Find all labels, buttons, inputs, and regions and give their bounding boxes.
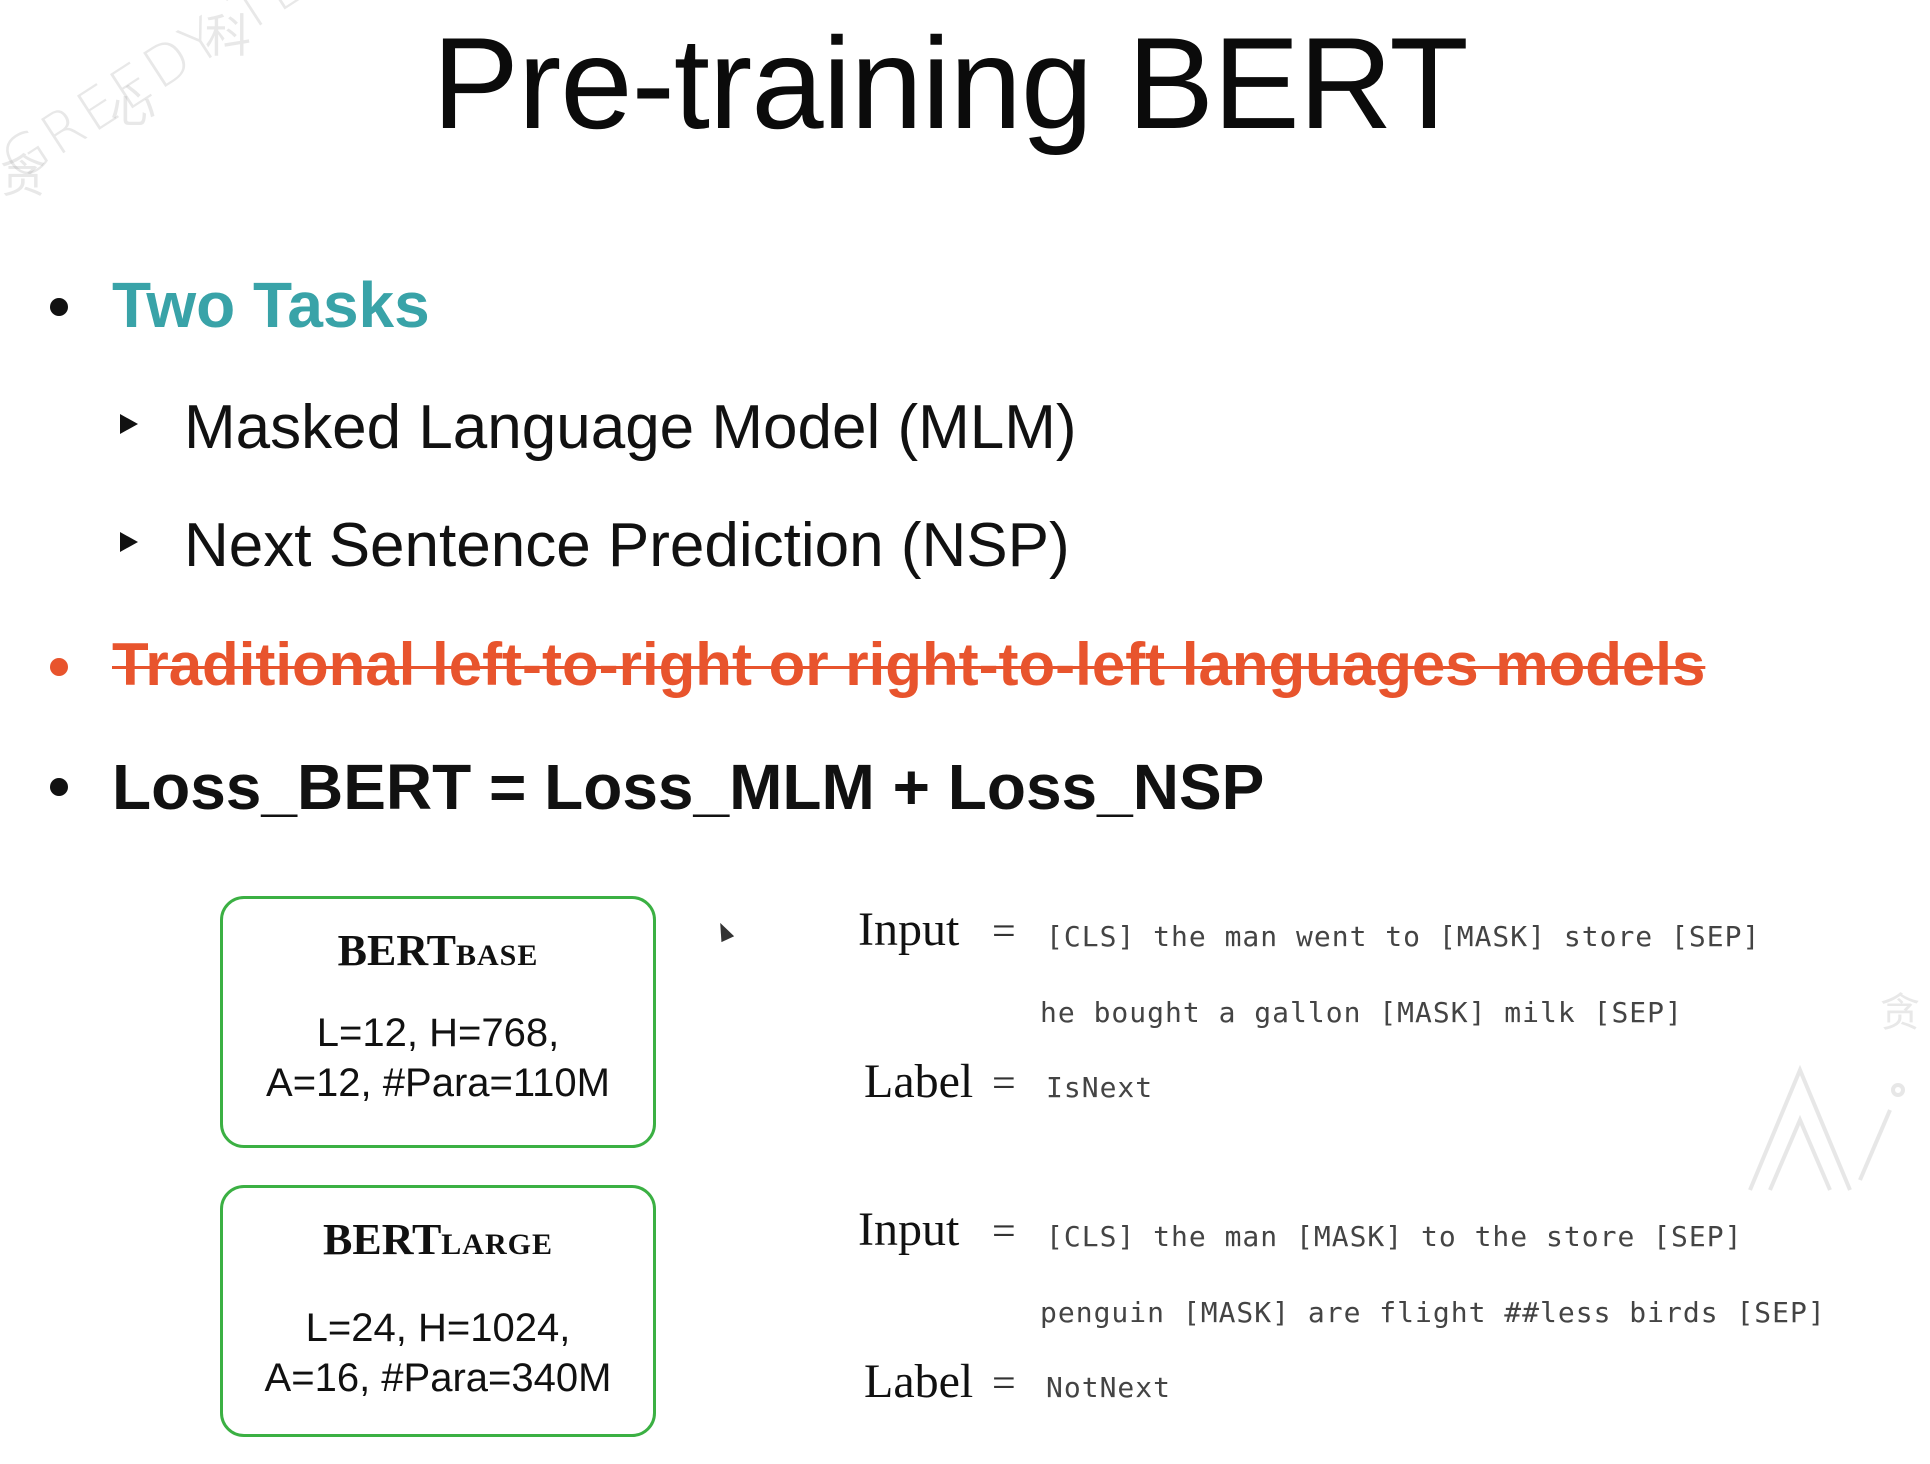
bert-large-box: BERTLARGE L=24, H=1024, A=16, #Para=340M xyxy=(220,1185,656,1437)
sub-bullet-nsp: Next Sentence Prediction (NSP) xyxy=(184,511,1070,580)
bullet-two-tasks: Two Tasks xyxy=(112,269,430,341)
mouse-cursor-icon xyxy=(713,919,735,943)
bert-large-params-line2: A=16, #Para=340M xyxy=(264,1356,612,1400)
bert-base-suffix: BASE xyxy=(455,939,539,972)
watermark-mark: 贪 xyxy=(1880,990,1920,1036)
bullet-dot xyxy=(50,298,68,316)
example2-input-equals: = xyxy=(992,1209,1016,1255)
example2-label-value: NotNext xyxy=(1046,1371,1172,1404)
bert-base-title: BERTBASE xyxy=(223,925,653,976)
example2-label-label: Label xyxy=(864,1355,974,1408)
example1-input-equals: = xyxy=(992,909,1016,955)
example2-label-equals: = xyxy=(992,1361,1016,1407)
bert-base-params-line2: A=12, #Para=110M xyxy=(266,1061,610,1105)
bert-large-suffix: LARGE xyxy=(441,1228,553,1261)
example2-input-line1: [CLS] the man [MASK] to the store [SEP] xyxy=(1046,1220,1743,1253)
bullet-dot xyxy=(50,778,68,796)
example1-input-label: Input xyxy=(858,903,960,956)
slide-title: Pre-training BERT xyxy=(432,10,1468,156)
bert-base-params-line1: L=12, H=768, xyxy=(316,1011,560,1055)
bert-large-title: BERTLARGE xyxy=(223,1214,653,1265)
sub-bullet-icon xyxy=(120,414,138,434)
example1-input-line2: he bought a gallon [MASK] milk [SEP] xyxy=(1040,996,1683,1029)
bert-large-name: BERT xyxy=(323,1215,442,1264)
bullet-dot xyxy=(50,658,68,676)
bullet-traditional-struck: Traditional left-to-right or right-to-le… xyxy=(112,631,1706,698)
bert-large-params-line1: L=24, H=1024, xyxy=(305,1306,571,1350)
bert-base-name: BERT xyxy=(337,926,456,975)
sub-bullet-mlm: Masked Language Model (MLM) xyxy=(184,393,1077,462)
example2-input-line2: penguin [MASK] are flight ##less birds [… xyxy=(1040,1296,1826,1329)
sub-bullet-icon xyxy=(120,532,138,552)
example1-input-line1: [CLS] the man went to [MASK] store [SEP] xyxy=(1046,920,1761,953)
bullet-loss-formula: Loss_BERT = Loss_MLM + Loss_NSP xyxy=(112,751,1265,823)
example1-label-value: IsNext xyxy=(1046,1071,1154,1104)
bert-base-box: BERTBASE L=12, H=768, A=12, #Para=110M xyxy=(220,896,656,1148)
example1-label-label: Label xyxy=(864,1055,974,1108)
example2-input-label: Input xyxy=(858,1203,960,1256)
example1-label-equals: = xyxy=(992,1061,1016,1107)
